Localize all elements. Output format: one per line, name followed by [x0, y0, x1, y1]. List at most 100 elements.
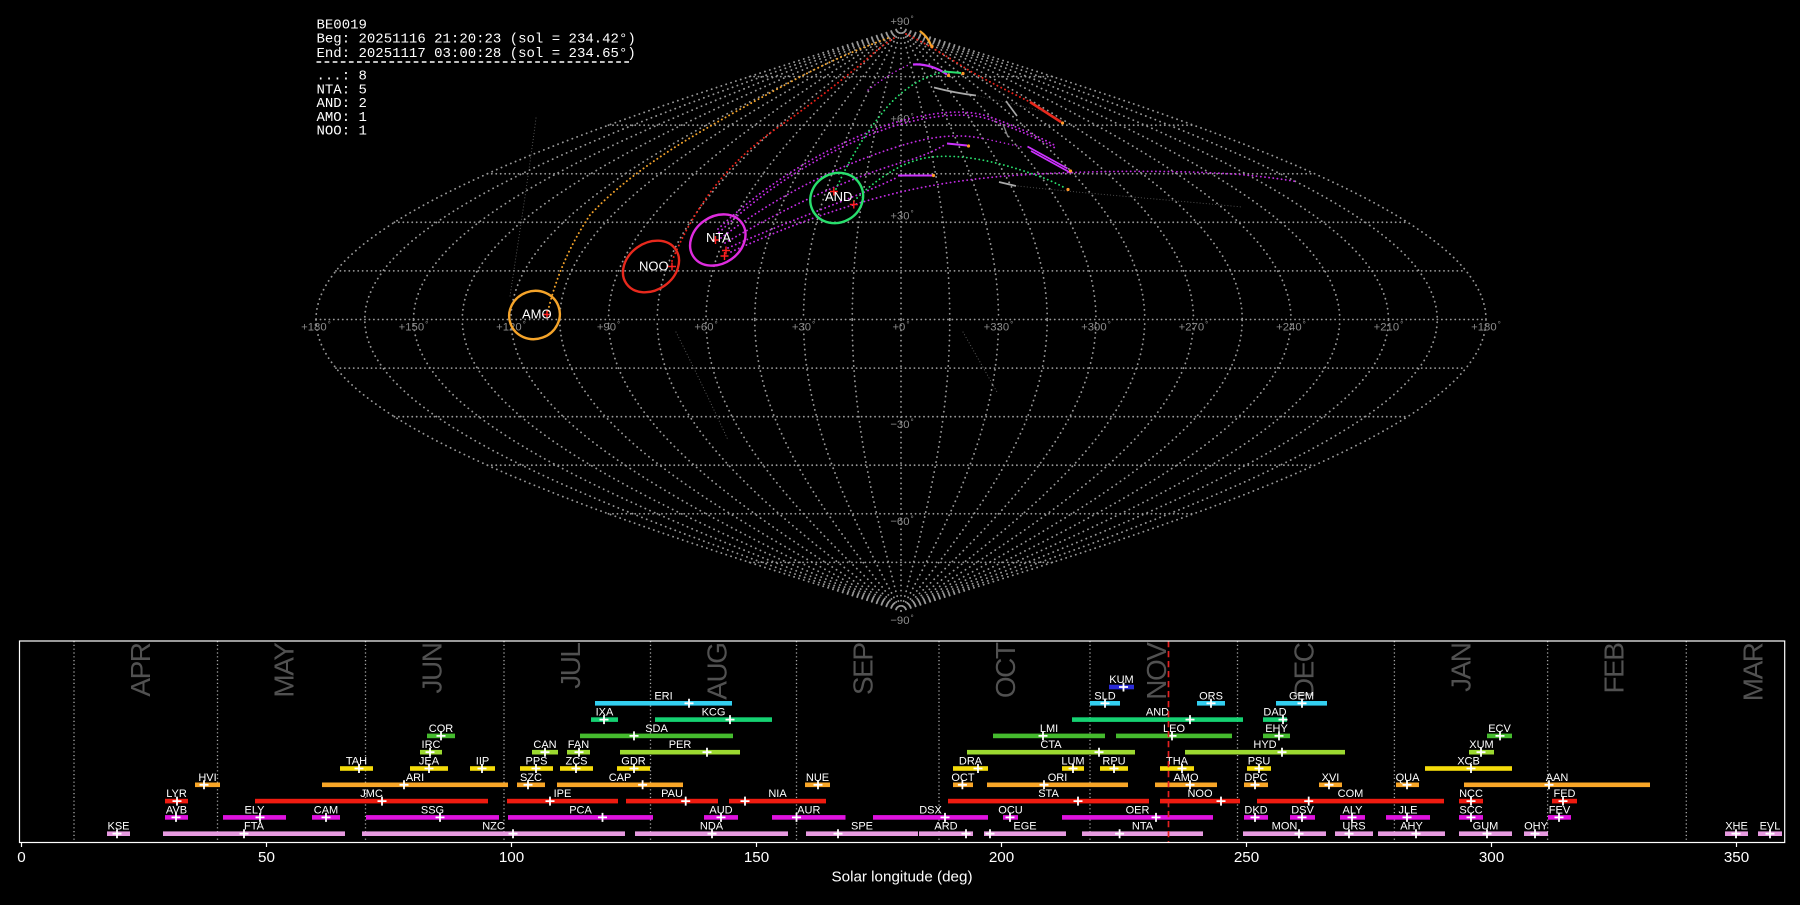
- svg-text:PPS: PPS: [525, 756, 547, 768]
- svg-text:ORS: ORS: [1199, 690, 1223, 702]
- svg-text:PAU: PAU: [661, 788, 683, 800]
- svg-text:DSV: DSV: [1291, 804, 1314, 816]
- svg-text:NCC: NCC: [1459, 788, 1483, 800]
- svg-text:OCT: OCT: [951, 772, 975, 784]
- svg-text:ERI: ERI: [654, 690, 672, 702]
- svg-text:CAN: CAN: [533, 739, 556, 751]
- svg-text:PSU: PSU: [1248, 756, 1271, 768]
- svg-text:DPC: DPC: [1244, 772, 1267, 784]
- svg-text:FTA: FTA: [244, 821, 265, 833]
- svg-text:MAY: MAY: [269, 642, 300, 698]
- svg-text:SEP: SEP: [848, 643, 879, 695]
- svg-text:AHY: AHY: [1400, 821, 1423, 833]
- svg-text:+330°: +330°: [984, 320, 1014, 334]
- svg-text:AVB: AVB: [166, 804, 187, 816]
- svg-text:FAN: FAN: [568, 739, 589, 751]
- svg-text:SZC: SZC: [520, 772, 542, 784]
- svg-text:AND: AND: [825, 189, 852, 204]
- svg-text:AMO: AMO: [1173, 772, 1199, 784]
- svg-text:LEO: LEO: [1163, 723, 1185, 735]
- svg-text:HYD: HYD: [1253, 739, 1276, 751]
- svg-text:GDR: GDR: [621, 756, 646, 768]
- svg-text:DAD: DAD: [1263, 707, 1286, 719]
- svg-text:+300°: +300°: [1081, 320, 1111, 334]
- svg-text:+210°: +210°: [1374, 320, 1404, 334]
- svg-text:AMO: AMO: [522, 307, 552, 322]
- svg-text:TAH: TAH: [346, 756, 367, 768]
- svg-text:HVI: HVI: [198, 772, 216, 784]
- svg-text:NOO: NOO: [639, 259, 669, 274]
- svg-text:XHE: XHE: [1725, 821, 1748, 833]
- svg-text:XCB: XCB: [1457, 756, 1480, 768]
- svg-text:SSG: SSG: [421, 804, 444, 816]
- svg-text:JAN: JAN: [1445, 644, 1476, 692]
- svg-text:PER: PER: [669, 739, 692, 751]
- svg-text:AUR: AUR: [797, 804, 820, 816]
- svg-text:MON: MON: [1272, 821, 1298, 833]
- svg-text:ALY: ALY: [1343, 804, 1364, 816]
- svg-text:ZCS: ZCS: [566, 756, 588, 768]
- svg-text:JEA: JEA: [419, 756, 440, 768]
- svg-text:APR: APR: [125, 643, 156, 696]
- svg-text:350: 350: [1724, 849, 1749, 866]
- svg-text:CAM: CAM: [314, 804, 338, 816]
- svg-text:200: 200: [989, 849, 1014, 866]
- svg-text:SPE: SPE: [851, 821, 873, 833]
- svg-text:NOV: NOV: [1141, 642, 1172, 700]
- svg-text:OCT: OCT: [990, 642, 1021, 698]
- svg-text:COR: COR: [429, 723, 454, 735]
- svg-text:+150°: +150°: [399, 320, 429, 334]
- svg-text:NUE: NUE: [806, 772, 829, 784]
- svg-text:PCA: PCA: [569, 804, 592, 816]
- svg-text:NZC: NZC: [482, 821, 505, 833]
- svg-text:GUM: GUM: [1473, 821, 1499, 833]
- svg-text:RPU: RPU: [1102, 756, 1125, 768]
- svg-text:JUL: JUL: [555, 643, 586, 689]
- svg-text:URS: URS: [1342, 821, 1365, 833]
- svg-text:COM: COM: [1338, 788, 1364, 800]
- svg-text:IXA: IXA: [596, 707, 614, 719]
- svg-text:NOO: NOO: [1187, 788, 1213, 800]
- svg-text:+270°: +270°: [1179, 320, 1209, 334]
- svg-text:THA: THA: [1166, 756, 1189, 768]
- svg-text:NTA: NTA: [1132, 821, 1154, 833]
- svg-text:QUA: QUA: [1396, 772, 1421, 784]
- svg-text:End: 20251117 03:00:28 (sol =: End: 20251117 03:00:28 (sol = 234.65°): [317, 46, 636, 62]
- svg-text:ORI: ORI: [1048, 772, 1068, 784]
- svg-text:Solar longitude (deg): Solar longitude (deg): [832, 869, 973, 886]
- svg-text:GEM: GEM: [1289, 690, 1314, 702]
- svg-text:CTA: CTA: [1040, 739, 1062, 751]
- svg-text:XUM: XUM: [1469, 739, 1493, 751]
- svg-text:+240°: +240°: [1276, 320, 1306, 334]
- svg-text:SCC: SCC: [1459, 804, 1482, 816]
- svg-text:250: 250: [1234, 849, 1259, 866]
- svg-text:OER: OER: [1126, 804, 1150, 816]
- svg-text:FEV: FEV: [1549, 804, 1571, 816]
- svg-text:EGE: EGE: [1013, 821, 1036, 833]
- svg-text:OHY: OHY: [1524, 821, 1549, 833]
- svg-text:JUN: JUN: [417, 644, 448, 694]
- svg-text:KSE: KSE: [107, 821, 129, 833]
- svg-text:CAP: CAP: [609, 772, 632, 784]
- svg-text:DKD: DKD: [1244, 804, 1267, 816]
- svg-text:+180°: +180°: [301, 320, 331, 334]
- svg-text:150: 150: [744, 849, 769, 866]
- svg-text:IRC: IRC: [422, 739, 441, 751]
- svg-text:MAR: MAR: [1737, 643, 1768, 701]
- svg-text:50: 50: [258, 849, 275, 866]
- svg-text:0: 0: [17, 849, 25, 866]
- svg-text:STA: STA: [1038, 788, 1059, 800]
- svg-text:SLD: SLD: [1094, 690, 1115, 702]
- svg-text:ELY: ELY: [245, 804, 266, 816]
- svg-text:ARI: ARI: [406, 772, 424, 784]
- svg-text:XVI: XVI: [1322, 772, 1340, 784]
- svg-text:NOO: 1: NOO: 1: [317, 124, 367, 140]
- svg-text:+180°: +180°: [1471, 320, 1501, 334]
- svg-text:EVL: EVL: [1760, 821, 1781, 833]
- svg-text:NTA: NTA: [706, 230, 731, 245]
- svg-text:IPE: IPE: [554, 788, 572, 800]
- svg-text:IIP: IIP: [476, 756, 489, 768]
- svg-text:AUG: AUG: [702, 644, 733, 700]
- svg-text:FED: FED: [1554, 788, 1576, 800]
- svg-text:NIA: NIA: [768, 788, 787, 800]
